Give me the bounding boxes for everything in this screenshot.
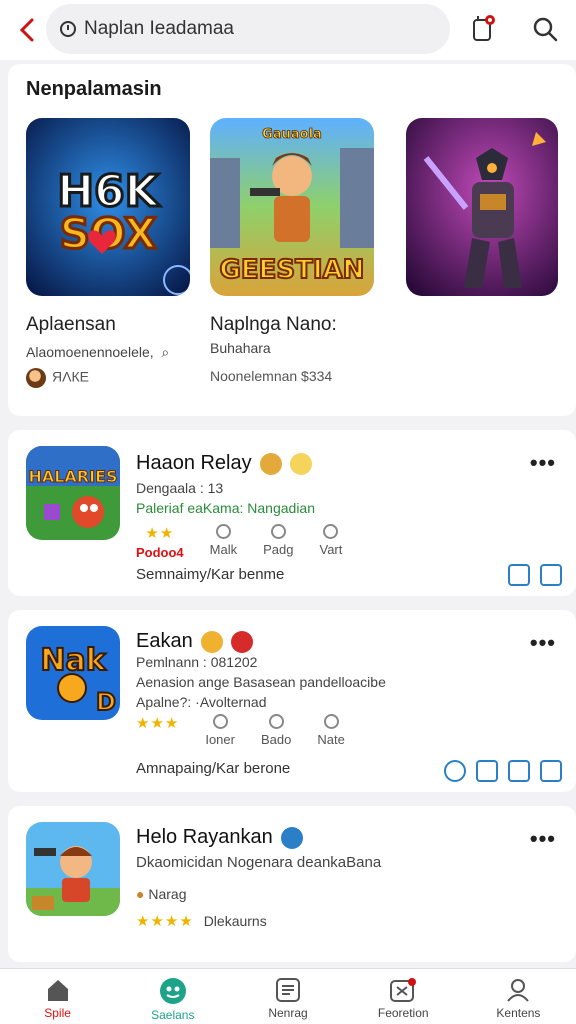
app-desc-line: Dkaomicidan Nogenara deankaBana xyxy=(136,854,382,871)
rating-stars: ★★ xyxy=(145,525,175,542)
game-art-icon xyxy=(26,822,120,916)
stat-item: Padg xyxy=(263,524,294,560)
share-icon[interactable] xyxy=(508,564,530,586)
search-input-text[interactable]: Naplan Ieadamaa xyxy=(84,18,234,40)
app-tag-line: ● Narag xyxy=(136,886,187,902)
more-options-button[interactable]: ••• xyxy=(530,630,556,656)
featured-sub-1: Alaomoenennoelele, ⌕ xyxy=(26,344,170,360)
svg-text:Nak: Nak xyxy=(40,643,106,678)
home-icon xyxy=(47,980,68,1001)
forward-icon[interactable] xyxy=(540,564,562,586)
nav-apps[interactable]: Nenrag xyxy=(230,969,345,1024)
chevron-left-icon xyxy=(19,18,34,42)
search-prefix-icon xyxy=(60,21,76,37)
red-badge-icon xyxy=(230,630,253,653)
stat-item: Malk xyxy=(210,524,237,560)
featured-game-tile-2[interactable]: Gauaola GEESTIAN xyxy=(210,118,374,296)
featured-game-tile-3[interactable] xyxy=(406,118,558,296)
game-art-warrior xyxy=(406,118,558,296)
rating-stars: ★★★★ xyxy=(136,913,194,930)
app-stats-row: ★★ Podoo4 Malk Padg Vart xyxy=(136,524,342,560)
more-options-button[interactable]: ••• xyxy=(530,826,556,852)
featured-meta-1: ЯΛКЕ xyxy=(26,368,89,388)
notifications-button[interactable] xyxy=(466,12,500,46)
bookmark-badge-icon xyxy=(473,15,495,41)
app-desc-line-2: Apalne?: ·Avolternad xyxy=(136,694,267,710)
search-button[interactable] xyxy=(528,12,562,46)
games-icon xyxy=(159,978,186,1004)
app-desc-line: Aenasion ange Basasean pandelloacibe xyxy=(136,674,386,690)
app-icon-1: HALARIES xyxy=(26,446,120,540)
share-icon[interactable] xyxy=(508,760,530,782)
money-bag-icon: ● xyxy=(136,886,145,902)
app-card-2[interactable]: Nak D Eakan Pemlnann : 081202 Aenasion a… xyxy=(8,610,576,792)
stat-item: ★★★ xyxy=(136,714,179,747)
game-art-icon: Nak D xyxy=(26,626,120,720)
app-title: Eakan xyxy=(136,630,253,653)
app-meta-line: Pemlnann : 081202 xyxy=(136,654,258,670)
featured-meta-1-text: ЯΛКЕ xyxy=(52,368,89,385)
stat-item: Vart xyxy=(320,524,342,560)
nav-notifications[interactable]: Feoretion xyxy=(346,969,461,1024)
nav-home[interactable]: Spile xyxy=(0,969,115,1024)
featured-meta-2: Noonelemnan $334 xyxy=(210,368,333,384)
avatar xyxy=(26,368,46,388)
nav-profile[interactable]: Kentens xyxy=(461,969,576,1024)
app-card-3[interactable]: Helo Rayankan Dkaomicidan Nogenara deank… xyxy=(8,806,576,962)
notification-icon xyxy=(390,978,417,1002)
svg-text:GEESTIAN: GEESTIAN xyxy=(220,255,365,285)
svg-text:Gauaola: Gauaola xyxy=(262,127,322,142)
stat-item: ★★ Podoo4 xyxy=(136,525,184,560)
action-icons xyxy=(508,564,562,586)
app-title-text: Helo Rayankan xyxy=(136,826,273,848)
more-options-button[interactable]: ••• xyxy=(530,450,556,476)
app-icon-3 xyxy=(26,822,120,916)
bottom-nav: Spile Saelans Nenrag Feoretion Kentens xyxy=(0,968,576,1024)
app-title-text: Eakan xyxy=(136,630,193,652)
app-stats-row: ★★★ Ioner Bado Nate xyxy=(136,714,345,747)
featured-name-1: Aplaensan xyxy=(26,314,116,335)
featured-sub-2: Buhahara xyxy=(210,340,271,356)
svg-text:HALARIES: HALARIES xyxy=(28,467,117,486)
nav-games[interactable]: Saelans xyxy=(115,969,230,1024)
section-title: Nenpalamasin xyxy=(26,78,162,100)
app-title: Helo Rayankan xyxy=(136,826,303,849)
top-bar: Naplan Ieadamaa xyxy=(0,0,576,60)
app-meta-line: Dengaala : 13 xyxy=(136,480,224,496)
stat-item: Nate xyxy=(317,714,345,747)
game-art-hero: Gauaola GEESTIAN xyxy=(210,118,374,296)
app-title-text: Haaon Relay xyxy=(136,452,252,474)
app-desc-line: Paleriaf eaKama: Nangadian xyxy=(136,500,316,516)
app-footer-text: Semnaimy/Kar benme xyxy=(136,566,285,583)
list-icon xyxy=(276,978,300,1002)
smiley-icon xyxy=(289,452,312,475)
rating-stars: ★★★ xyxy=(136,715,180,732)
svg-text:D: D xyxy=(96,688,116,716)
game-art-icon: HALARIES xyxy=(26,446,120,540)
search-bar[interactable]: Naplan Ieadamaa xyxy=(46,4,450,54)
game-art-logo: H6K SOX xyxy=(26,118,190,296)
location-icon[interactable] xyxy=(444,760,466,782)
plus-badge-icon xyxy=(280,826,303,849)
app-icon-2: Nak D xyxy=(26,626,120,720)
image-icon[interactable] xyxy=(476,760,498,782)
app-rating-line: ★★★★ Dlekaurns xyxy=(136,913,267,930)
app-card-1[interactable]: HALARIES Haaon Relay Dengaala : 13 Paler… xyxy=(8,430,576,596)
stat-item: Ioner xyxy=(205,714,235,747)
featured-name-2: Naplnga Nano: xyxy=(210,314,337,335)
app-footer-text: Amnapaing/Kar berone xyxy=(136,760,291,777)
badge-icon xyxy=(200,630,223,653)
stat-item: Bado xyxy=(261,714,291,747)
action-icons xyxy=(444,760,562,782)
featured-section: Nenpalamasin H6K SOX Gauaola GEESTIAN xyxy=(8,64,576,416)
search-icon xyxy=(533,17,558,42)
user-icon xyxy=(507,979,530,1002)
badge-icon xyxy=(259,452,282,475)
app-title: Haaon Relay xyxy=(136,452,312,475)
forward-icon[interactable] xyxy=(540,760,562,782)
featured-game-tile-1[interactable]: H6K SOX xyxy=(26,118,190,296)
